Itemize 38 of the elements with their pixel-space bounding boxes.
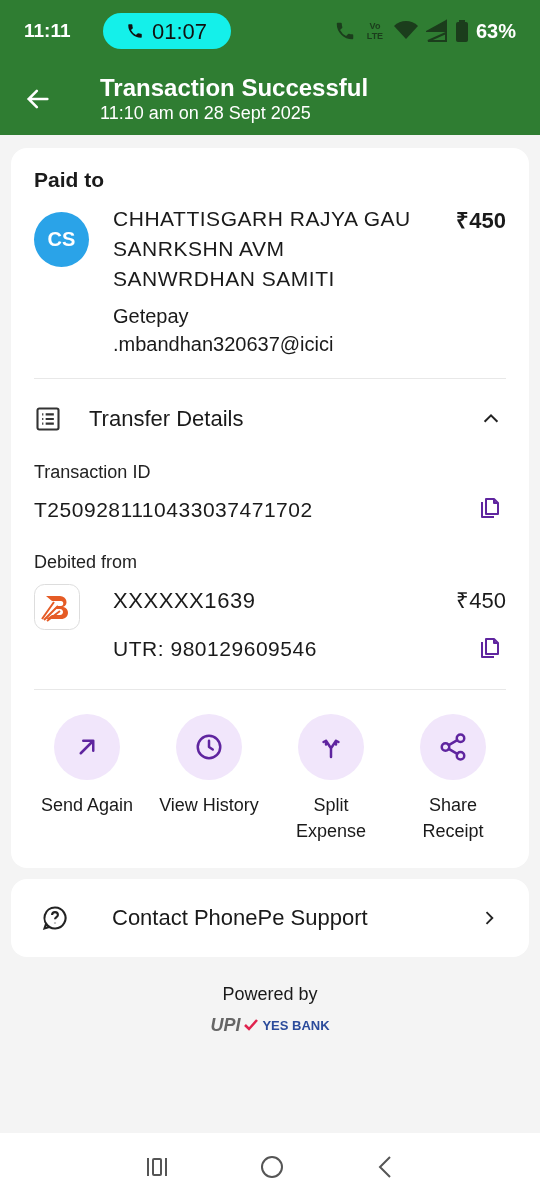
help-icon (41, 903, 69, 932)
header-title: Transaction Successful (100, 73, 369, 102)
account-number: XXXXXX1639 (113, 587, 256, 615)
bank-logo (34, 584, 80, 630)
action-button[interactable]: Split Expense (270, 713, 392, 844)
avatar: CS (34, 211, 89, 267)
support-button[interactable]: Contact PhonePe Support (11, 878, 529, 957)
transfer-details-header[interactable]: Transfer Details (34, 378, 506, 459)
volte-label: Vo LTE (365, 21, 385, 41)
call-timer-pill[interactable]: 01:07 (102, 13, 231, 49)
debit-amount: ₹450 (456, 587, 506, 615)
header-subtitle: 11:10 am on 28 Sept 2025 (100, 101, 312, 124)
payee-name: CHHATTISGARH RAJYA GAU SANRKSHN AVM SANWRDHAN SAMITI (113, 205, 412, 292)
upi-logo: UPI (210, 1016, 241, 1035)
payee-upi-id: Getepay .mbandhan320637@icici (113, 303, 335, 357)
bank-logo-text: YES BANK (262, 1016, 330, 1035)
recent-apps-icon[interactable] (145, 1155, 170, 1178)
debited-from-label: Debited from (34, 551, 139, 574)
action-button[interactable]: Share Receipt (392, 713, 514, 844)
wifi-icon (393, 21, 418, 41)
action-button[interactable]: Send Again (26, 713, 148, 844)
tick-icon (244, 1019, 259, 1032)
home-icon[interactable] (260, 1154, 284, 1179)
utr-number: UTR: 980129609546 (113, 636, 317, 662)
powered-by-text: Powered by (222, 982, 318, 1006)
action-button[interactable]: View History (148, 713, 270, 844)
phone-icon (125, 22, 144, 40)
paid-amount: ₹450 (456, 206, 506, 235)
paid-to-label: Paid to (34, 167, 105, 193)
battery-icon (455, 20, 468, 42)
list-icon (34, 404, 62, 433)
battery-percent: 63% (475, 19, 516, 44)
share-icon (438, 731, 468, 762)
signal-icon (425, 19, 448, 43)
copy-icon[interactable] (478, 636, 502, 661)
status-time: 11:11 (24, 18, 71, 43)
transaction-id: T2509281110433037471702 (34, 496, 313, 523)
transaction-id-label: Transaction ID (34, 460, 152, 484)
